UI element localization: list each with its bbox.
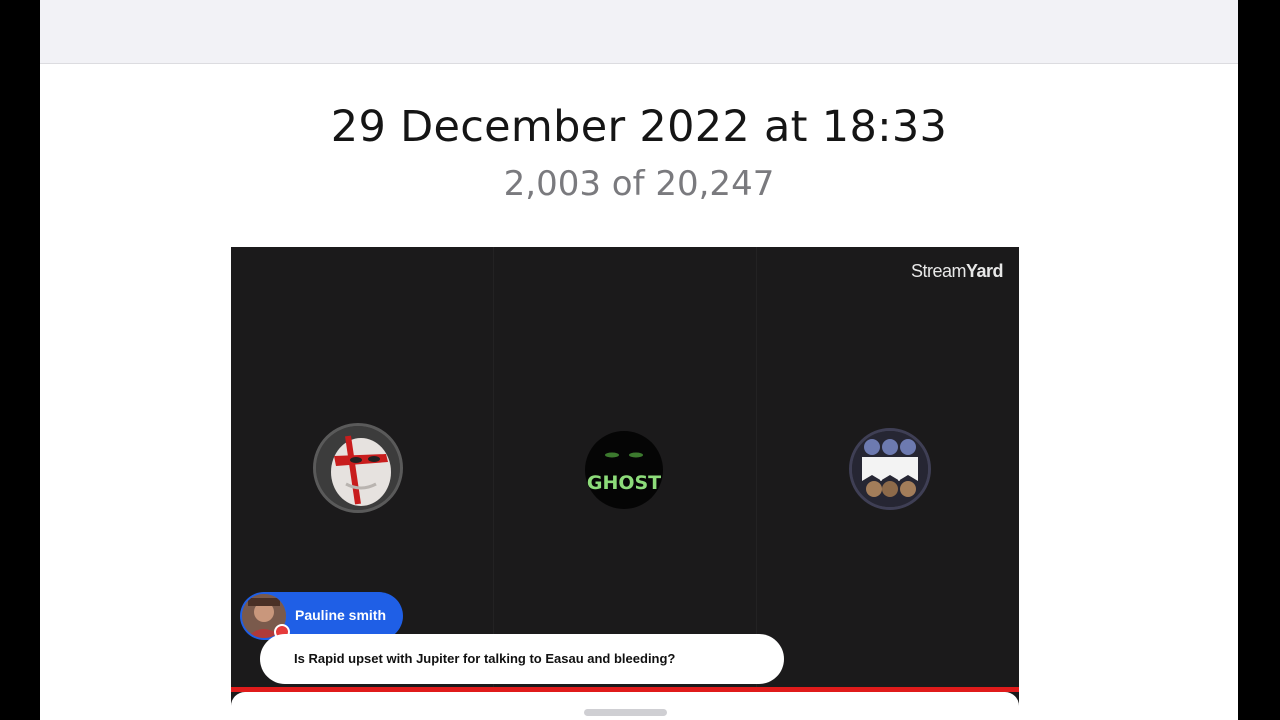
photo-counter: 2,003 of 20,247 xyxy=(503,164,775,204)
group-banner-icon xyxy=(852,431,928,507)
logo-bold-text: Yard xyxy=(965,261,1004,281)
drag-handle[interactable] xyxy=(584,709,667,716)
photo-viewer: 29 December 2022 at 18:33 2,003 of 20,24… xyxy=(40,0,1238,720)
group-avatar-icon xyxy=(849,428,931,510)
ghost-eyes-icon xyxy=(605,452,643,458)
bottom-sheet[interactable] xyxy=(231,692,1019,720)
column-divider xyxy=(756,247,757,687)
logo-light-text: Stream xyxy=(910,261,967,281)
ghost-label: GHOST xyxy=(586,472,662,494)
video-frame[interactable]: StreamYard GHOST Pauline smith Is Rapid … xyxy=(231,247,1019,720)
ghost-avatar: GHOST xyxy=(585,431,663,509)
chat-author-name: Pauline smith xyxy=(295,607,387,623)
masked-avatar-icon xyxy=(313,423,403,513)
top-bar xyxy=(40,0,1238,64)
chat-author-pill: Pauline smith xyxy=(240,592,403,640)
streamyard-logo: StreamYard xyxy=(910,261,1004,282)
photo-date: 29 December 2022 at 18:33 xyxy=(330,102,948,152)
chat-message-text: Is Rapid upset with Jupiter for talking … xyxy=(294,651,676,666)
masked-face-icon xyxy=(316,426,400,510)
column-divider xyxy=(493,247,494,687)
chat-message-bubble: Is Rapid upset with Jupiter for talking … xyxy=(260,634,784,684)
